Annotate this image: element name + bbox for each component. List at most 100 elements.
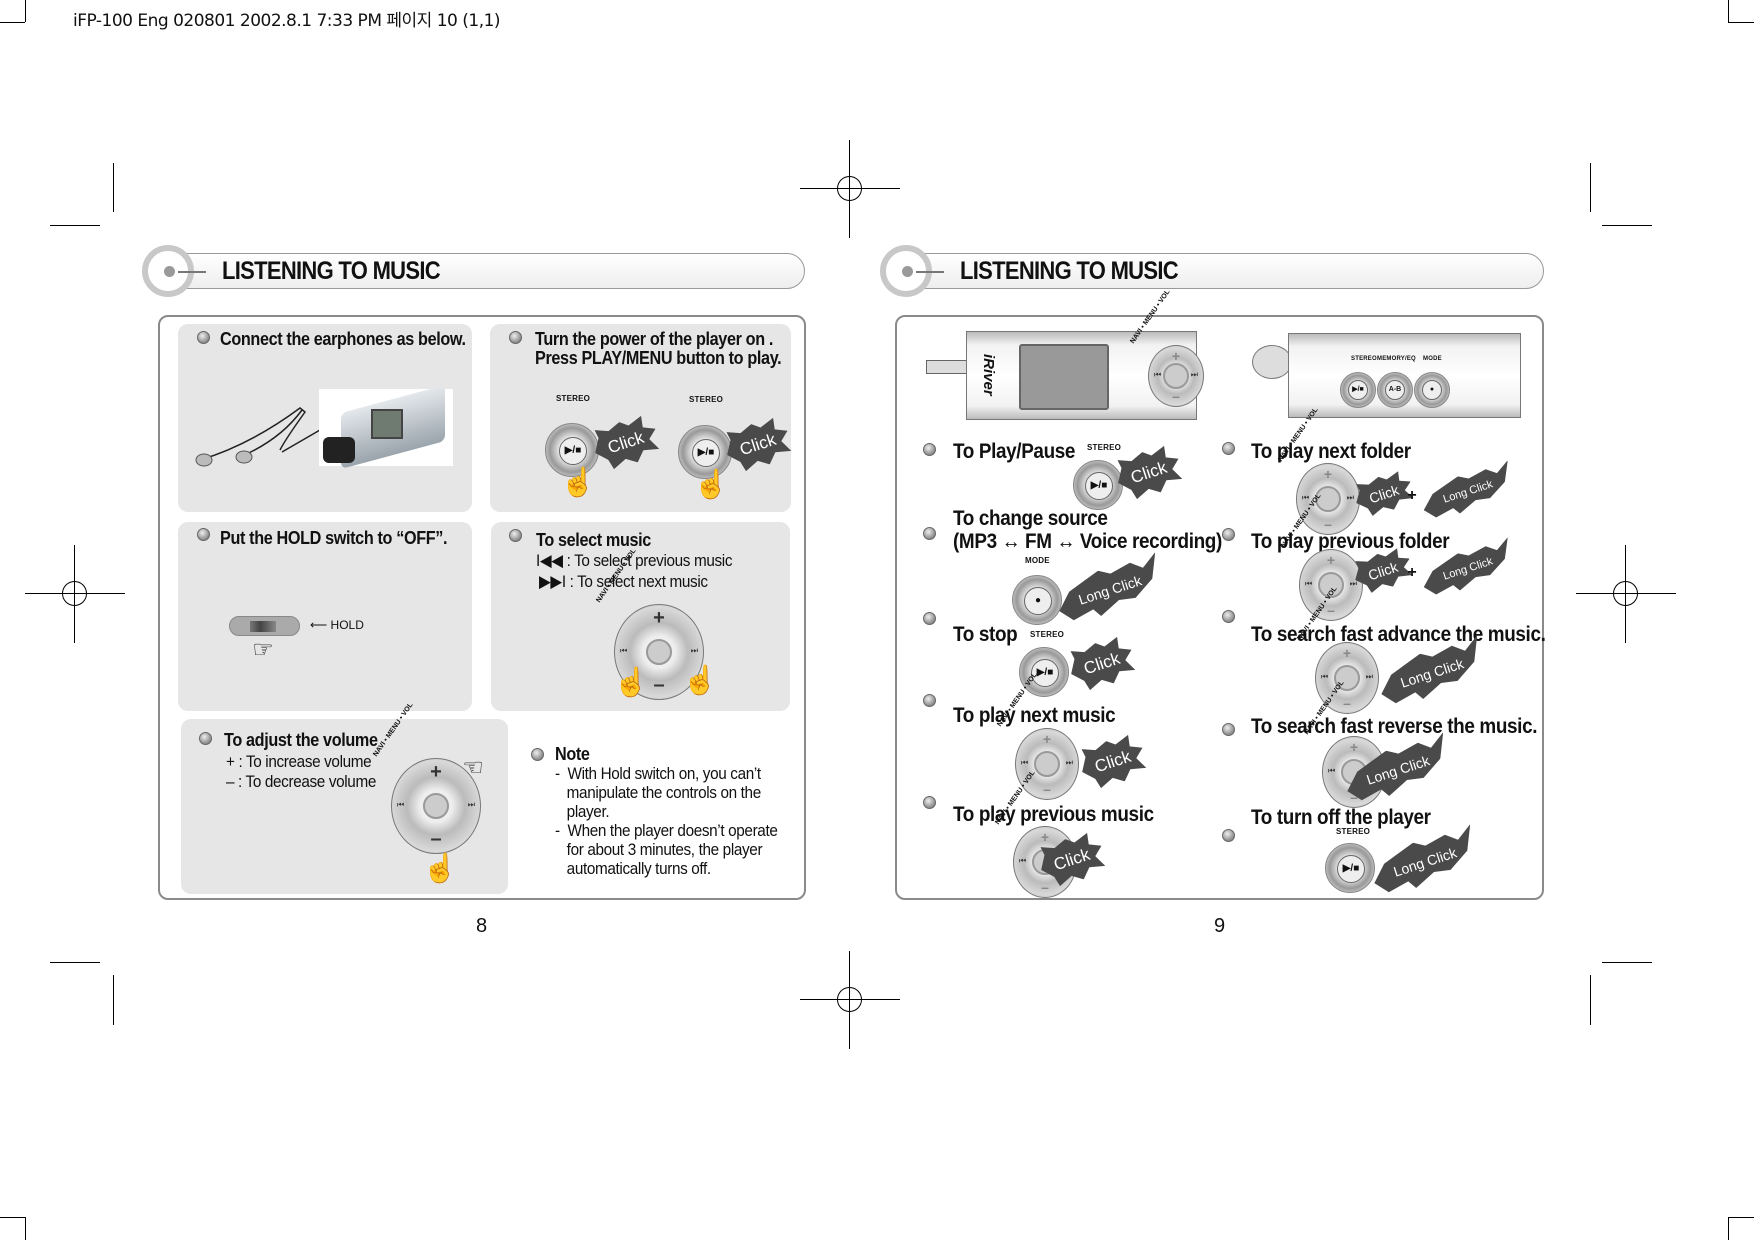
play-pause-heading: To Play/Pause <box>953 440 1076 463</box>
connect-heading: Connect the earphones as below. <box>220 329 466 349</box>
select-next-text: ▶▶I : To select next music <box>539 572 708 591</box>
note-line: - When the player doesn’t operate <box>555 821 778 840</box>
mode-label: MODE <box>1025 556 1050 565</box>
change-source-detail: (MP3 ↔ FM ↔ Voice recording) <box>953 530 1222 553</box>
player-photo <box>319 385 453 469</box>
bullet-icon <box>923 796 936 809</box>
print-header: iFP-100 Eng 020801 2002.8.1 7:33 PM 페이지 … <box>73 11 501 31</box>
bullet-icon <box>1222 528 1235 541</box>
bullet-icon <box>1222 610 1235 623</box>
crop-mark <box>113 975 114 1025</box>
registration-mark <box>25 545 125 643</box>
left-title-bar: LISTENING TO MUSIC <box>142 245 805 297</box>
mode-button: ● <box>1414 372 1450 408</box>
hold-switch <box>229 616 300 636</box>
bullet-icon <box>199 732 212 745</box>
plus-sign: + <box>1407 564 1417 581</box>
crop-mark <box>113 163 114 212</box>
stereo-label: STEREO <box>689 395 724 404</box>
registration-mark <box>800 140 900 238</box>
turn-off-heading: To turn off the player <box>1251 806 1431 829</box>
volume-decrease-text: – : To decrease volume <box>226 772 376 791</box>
pointing-hand-icon: ☝ <box>693 468 729 500</box>
next-music-heading: To play next music <box>953 704 1116 727</box>
registration-mark <box>800 951 900 1049</box>
stereo-label: STEREO <box>1336 827 1371 836</box>
note-line: - With Hold switch on, you can’t <box>555 764 761 783</box>
bullet-icon <box>1222 723 1235 736</box>
pointing-hand-icon: ☝ <box>682 664 718 696</box>
ab-button: A-B <box>1377 372 1413 408</box>
bullet-icon <box>1222 829 1235 842</box>
previous-folder-heading: To play previous folder <box>1251 530 1450 553</box>
page-number: 8 <box>476 915 488 937</box>
pointing-hand-icon: ☝ <box>613 666 649 698</box>
note-line: player. <box>555 802 610 821</box>
play-stop-button: ▶/■ <box>1073 460 1123 510</box>
change-source-heading: To change source <box>953 507 1108 530</box>
bullet-icon <box>923 612 936 625</box>
crop-mark <box>1590 975 1591 1025</box>
volume-heading: To adjust the volume <box>224 730 378 750</box>
note-line: automatically turns off. <box>555 859 712 878</box>
note-line: for about 3 minutes, the player <box>555 840 763 859</box>
stereo-label: STEREO <box>1030 630 1065 639</box>
crop-mark <box>50 962 100 963</box>
crop-mark <box>25 1217 26 1240</box>
registration-mark <box>1576 545 1676 643</box>
previous-music-heading: To play previous music <box>953 803 1154 826</box>
bullet-icon <box>197 528 210 541</box>
bullet-icon <box>923 443 936 456</box>
power-heading-2: Press PLAY/MENU button to play. <box>535 348 782 368</box>
crop-mark <box>50 225 100 226</box>
pointing-hand-icon: ☞ <box>252 636 274 664</box>
bullet-icon <box>509 331 522 344</box>
crop-mark <box>25 0 26 22</box>
right-title-bar: LISTENING TO MUSIC <box>880 245 1544 297</box>
stereo-label: STEREO <box>1087 443 1122 452</box>
page-title: LISTENING TO MUSIC <box>222 257 441 285</box>
mode-button: ● <box>1012 575 1062 625</box>
bullet-icon <box>509 529 522 542</box>
hold-arrow-label: ⟵ HOLD <box>310 618 364 632</box>
page-number: 9 <box>1214 915 1226 937</box>
bullet-icon <box>1222 442 1235 455</box>
earphones-icon <box>195 407 321 467</box>
bullet-icon <box>531 748 544 761</box>
crop-mark <box>1728 1217 1729 1240</box>
crop-mark <box>0 1217 25 1218</box>
fast-reverse-heading: To search fast reverse the music. <box>1251 715 1538 738</box>
play-stop-button: ▶/■ <box>1340 372 1376 408</box>
power-heading-1: Turn the power of the player on . <box>535 329 774 349</box>
volume-increase-text: + : To increase volume <box>226 752 372 771</box>
pointing-hand-icon: ☝ <box>560 466 596 498</box>
hold-switch-box <box>178 522 472 711</box>
note-heading: Note <box>555 744 590 764</box>
stop-heading: To stop <box>953 623 1018 646</box>
device-connector <box>926 360 970 374</box>
select-heading: To select music <box>536 530 651 550</box>
page-title: LISTENING TO MUSIC <box>960 257 1179 285</box>
crop-mark <box>1602 962 1652 963</box>
next-folder-heading: To play next folder <box>1251 440 1411 463</box>
crop-mark <box>1728 22 1754 23</box>
pointing-hand-icon: ☝ <box>422 852 458 884</box>
play-stop-button: ▶/■ <box>1325 843 1375 893</box>
bullet-icon <box>923 694 936 707</box>
crop-mark <box>1728 0 1729 22</box>
navi-dial: NAVI • MENU • VOL+⏮⏭– <box>1129 289 1204 407</box>
hold-heading: Put the HOLD switch to “OFF”. <box>220 528 448 548</box>
crop-mark <box>1602 225 1652 226</box>
navi-dial: NAVI • MENU • VOL+⏮⏭– <box>1280 493 1363 621</box>
pointing-hand-icon: ☜ <box>462 754 484 782</box>
bullet-icon <box>923 527 936 540</box>
note-line: manipulate the controls on the <box>555 783 762 802</box>
crop-mark <box>0 22 25 23</box>
fast-advance-heading: To search fast advance the music. <box>1251 623 1546 646</box>
bullet-icon <box>197 331 210 344</box>
navi-dial: NAVI • MENU • VOL+⏮⏭– <box>1277 407 1360 535</box>
crop-mark <box>1728 1217 1754 1218</box>
device-lanyard-hook <box>1252 345 1292 379</box>
stereo-label: STEREO <box>556 394 591 403</box>
crop-mark <box>1590 163 1591 212</box>
